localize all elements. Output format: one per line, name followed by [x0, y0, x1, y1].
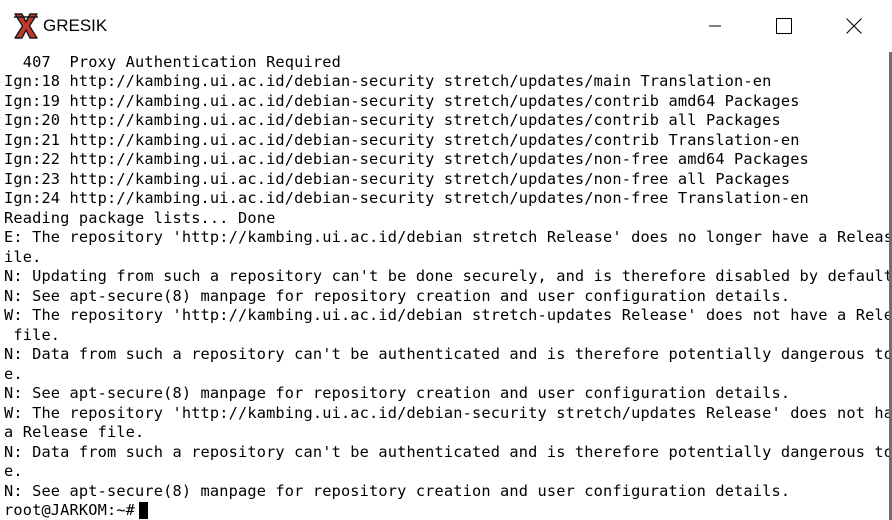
window-title: GRESIK	[43, 16, 108, 35]
terminal-line: Ign:22 http://kambing.ui.ac.id/debian-se…	[4, 150, 809, 168]
terminal-output[interactable]: 407 Proxy Authentication Required Ign:18…	[0, 52, 892, 520]
prompt-line[interactable]: root@JARKOM:~#	[4, 501, 149, 520]
maximize-icon	[776, 18, 792, 34]
shell-prompt: root@JARKOM:~#	[4, 501, 136, 519]
terminal-window: GRESIK 407 Proxy Authentication Required…	[0, 0, 892, 520]
terminal-line: Ign:24 http://kambing.ui.ac.id/debian-se…	[4, 189, 809, 207]
terminal-line: E: The repository 'http://kambing.ui.ac.…	[4, 228, 892, 246]
title-bar[interactable]: GRESIK	[0, 0, 892, 52]
maximize-button[interactable]	[749, 0, 819, 52]
terminal-line: file.	[4, 326, 61, 344]
terminal-line: N: Data from such a repository can't be …	[4, 345, 892, 363]
terminal-line: Ign:21 http://kambing.ui.ac.id/debian-se…	[4, 131, 800, 149]
terminal-line: N: Data from such a repository can't be …	[4, 443, 892, 461]
close-icon	[846, 18, 862, 34]
terminal-line: Reading package lists... Done	[4, 209, 276, 227]
terminal-line: Ign:23 http://kambing.ui.ac.id/debian-se…	[4, 170, 791, 188]
close-button[interactable]	[819, 0, 889, 52]
xterm-x-icon	[13, 12, 39, 40]
terminal-line: N: Updating from such a repository can't…	[4, 267, 892, 285]
terminal-line: N: See apt-secure(8) manpage for reposit…	[4, 482, 791, 500]
terminal-line: Ign:20 http://kambing.ui.ac.id/debian-se…	[4, 111, 781, 129]
terminal-line: W: The repository 'http://kambing.ui.ac.…	[4, 306, 892, 324]
terminal-line: W: The repository 'http://kambing.ui.ac.…	[4, 404, 892, 422]
terminal-line: 407 Proxy Authentication Required	[4, 53, 341, 71]
terminal-line: e.	[4, 365, 23, 383]
terminal-line: Ign:19 http://kambing.ui.ac.id/debian-se…	[4, 92, 800, 110]
terminal-line: a Release file.	[4, 423, 145, 441]
terminal-line: ile.	[4, 248, 42, 266]
terminal-line: N: See apt-secure(8) manpage for reposit…	[4, 384, 791, 402]
terminal-line: e.	[4, 462, 23, 480]
minimize-icon	[709, 20, 721, 32]
text-cursor	[139, 502, 149, 519]
terminal-line: Ign:18 http://kambing.ui.ac.id/debian-se…	[4, 72, 772, 90]
minimize-button[interactable]	[680, 0, 750, 52]
terminal-line: N: See apt-secure(8) manpage for reposit…	[4, 287, 791, 305]
